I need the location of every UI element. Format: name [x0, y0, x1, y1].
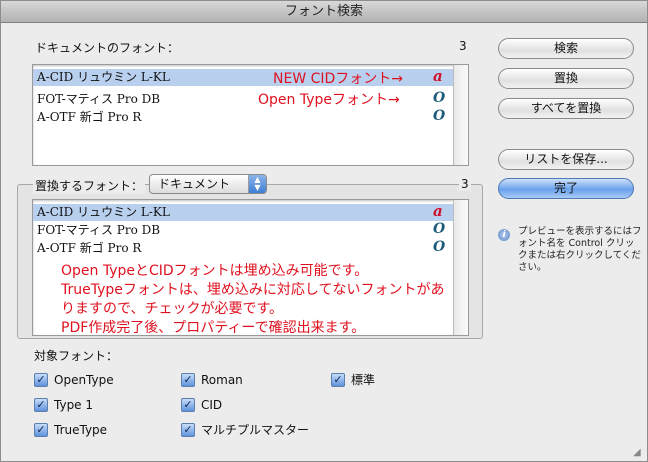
check-icon: ✓ — [181, 373, 195, 387]
search-button[interactable]: 検索 — [498, 38, 634, 59]
check-icon: ✓ — [34, 373, 48, 387]
font-name: A-CID リュウミン L-KL — [37, 70, 170, 84]
popup-value: ドキュメント — [158, 177, 231, 191]
replace-all-button[interactable]: すべてを置換 — [498, 98, 634, 119]
document-fonts-count: 3 — [459, 39, 467, 53]
checkbox-label: Type 1 — [54, 398, 94, 412]
preview-hint-text: プレビューを表示するにはフォント名を Control クリックまたは右クリックし… — [518, 226, 642, 273]
scrollbar[interactable] — [453, 65, 468, 165]
list-item[interactable]: A-OTF 新ゴ Pro R — [33, 109, 453, 126]
opentype-font-icon: O — [433, 108, 446, 124]
scrollbar[interactable] — [453, 200, 468, 335]
opentype-font-icon: O — [433, 90, 446, 106]
check-icon: ✓ — [181, 398, 195, 412]
info-icon: i — [498, 229, 510, 241]
opentype-font-icon: O — [433, 239, 446, 255]
font-name: A-OTF 新ゴ Pro R — [37, 241, 142, 255]
font-name: A-OTF 新ゴ Pro R — [37, 110, 142, 124]
replace-button[interactable]: 置換 — [498, 68, 634, 89]
checkbox-label: CID — [201, 398, 223, 412]
opentype-font-icon: O — [433, 221, 446, 237]
check-icon: ✓ — [34, 423, 48, 437]
check-icon: ✓ — [34, 398, 48, 412]
resize-grip-icon[interactable]: ◢ — [633, 447, 645, 459]
replace-fonts-label: 置換するフォント： — [33, 177, 146, 194]
annotation-cid: NEW CIDフォント→ — [273, 71, 404, 87]
list-item[interactable]: A-OTF 新ゴ Pro R — [33, 240, 453, 257]
note-line: PDF作成完了後、プロパティーで確認出来ます。 — [61, 320, 366, 336]
font-name: A-CID リュウミン L-KL — [37, 205, 170, 219]
cid-font-icon: a — [433, 67, 443, 85]
check-icon: ✓ — [181, 423, 195, 437]
cid-font-icon: a — [433, 202, 443, 220]
checkbox-label: 標準 — [351, 373, 376, 387]
checkbox-label: TrueType — [54, 423, 108, 437]
checkbox-label: OpenType — [54, 373, 114, 387]
target-fonts-label: 対象フォント： — [34, 349, 119, 363]
replace-scope-popup[interactable]: ドキュメント ▲ ▼ — [149, 174, 267, 194]
checkbox-label: Roman — [201, 373, 243, 387]
note-line: りますので、チェックが必要です。 — [61, 301, 284, 317]
font-name: FOT-マティス Pro DB — [37, 92, 161, 106]
find-font-dialog: フォント検索 ドキュメントのフォント： 3 A-CID リュウミン L-KL F… — [0, 0, 648, 462]
document-fonts-label: ドキュメントのフォント： — [35, 41, 180, 55]
check-icon: ✓ — [331, 373, 345, 387]
window-title: フォント検索 — [1, 1, 647, 23]
note-line: TrueTypeフォントは、埋め込みに対応してないフォントがあ — [61, 282, 445, 298]
checkbox-label: マルチプルマスター — [201, 423, 310, 437]
font-name: FOT-マティス Pro DB — [37, 223, 161, 237]
annotation-opentype: Open Typeフォント→ — [258, 92, 400, 108]
popup-arrows-icon: ▲ ▼ — [248, 175, 266, 193]
document-fonts-list[interactable]: A-CID リュウミン L-KL FOT-マティス Pro DB A-OTF 新… — [32, 64, 469, 166]
list-item[interactable]: A-CID リュウミン L-KL — [33, 204, 453, 221]
replace-fonts-list[interactable]: A-CID リュウミン L-KL FOT-マティス Pro DB A-OTF 新… — [32, 199, 469, 336]
save-list-button[interactable]: リストを保存... — [498, 149, 634, 170]
done-button[interactable]: 完了 — [498, 178, 634, 199]
note-line: Open TypeとCIDフォントは埋め込み可能です。 — [61, 263, 369, 279]
list-item[interactable]: FOT-マティス Pro DB — [33, 222, 453, 239]
replace-fonts-count: 3 — [459, 177, 471, 191]
